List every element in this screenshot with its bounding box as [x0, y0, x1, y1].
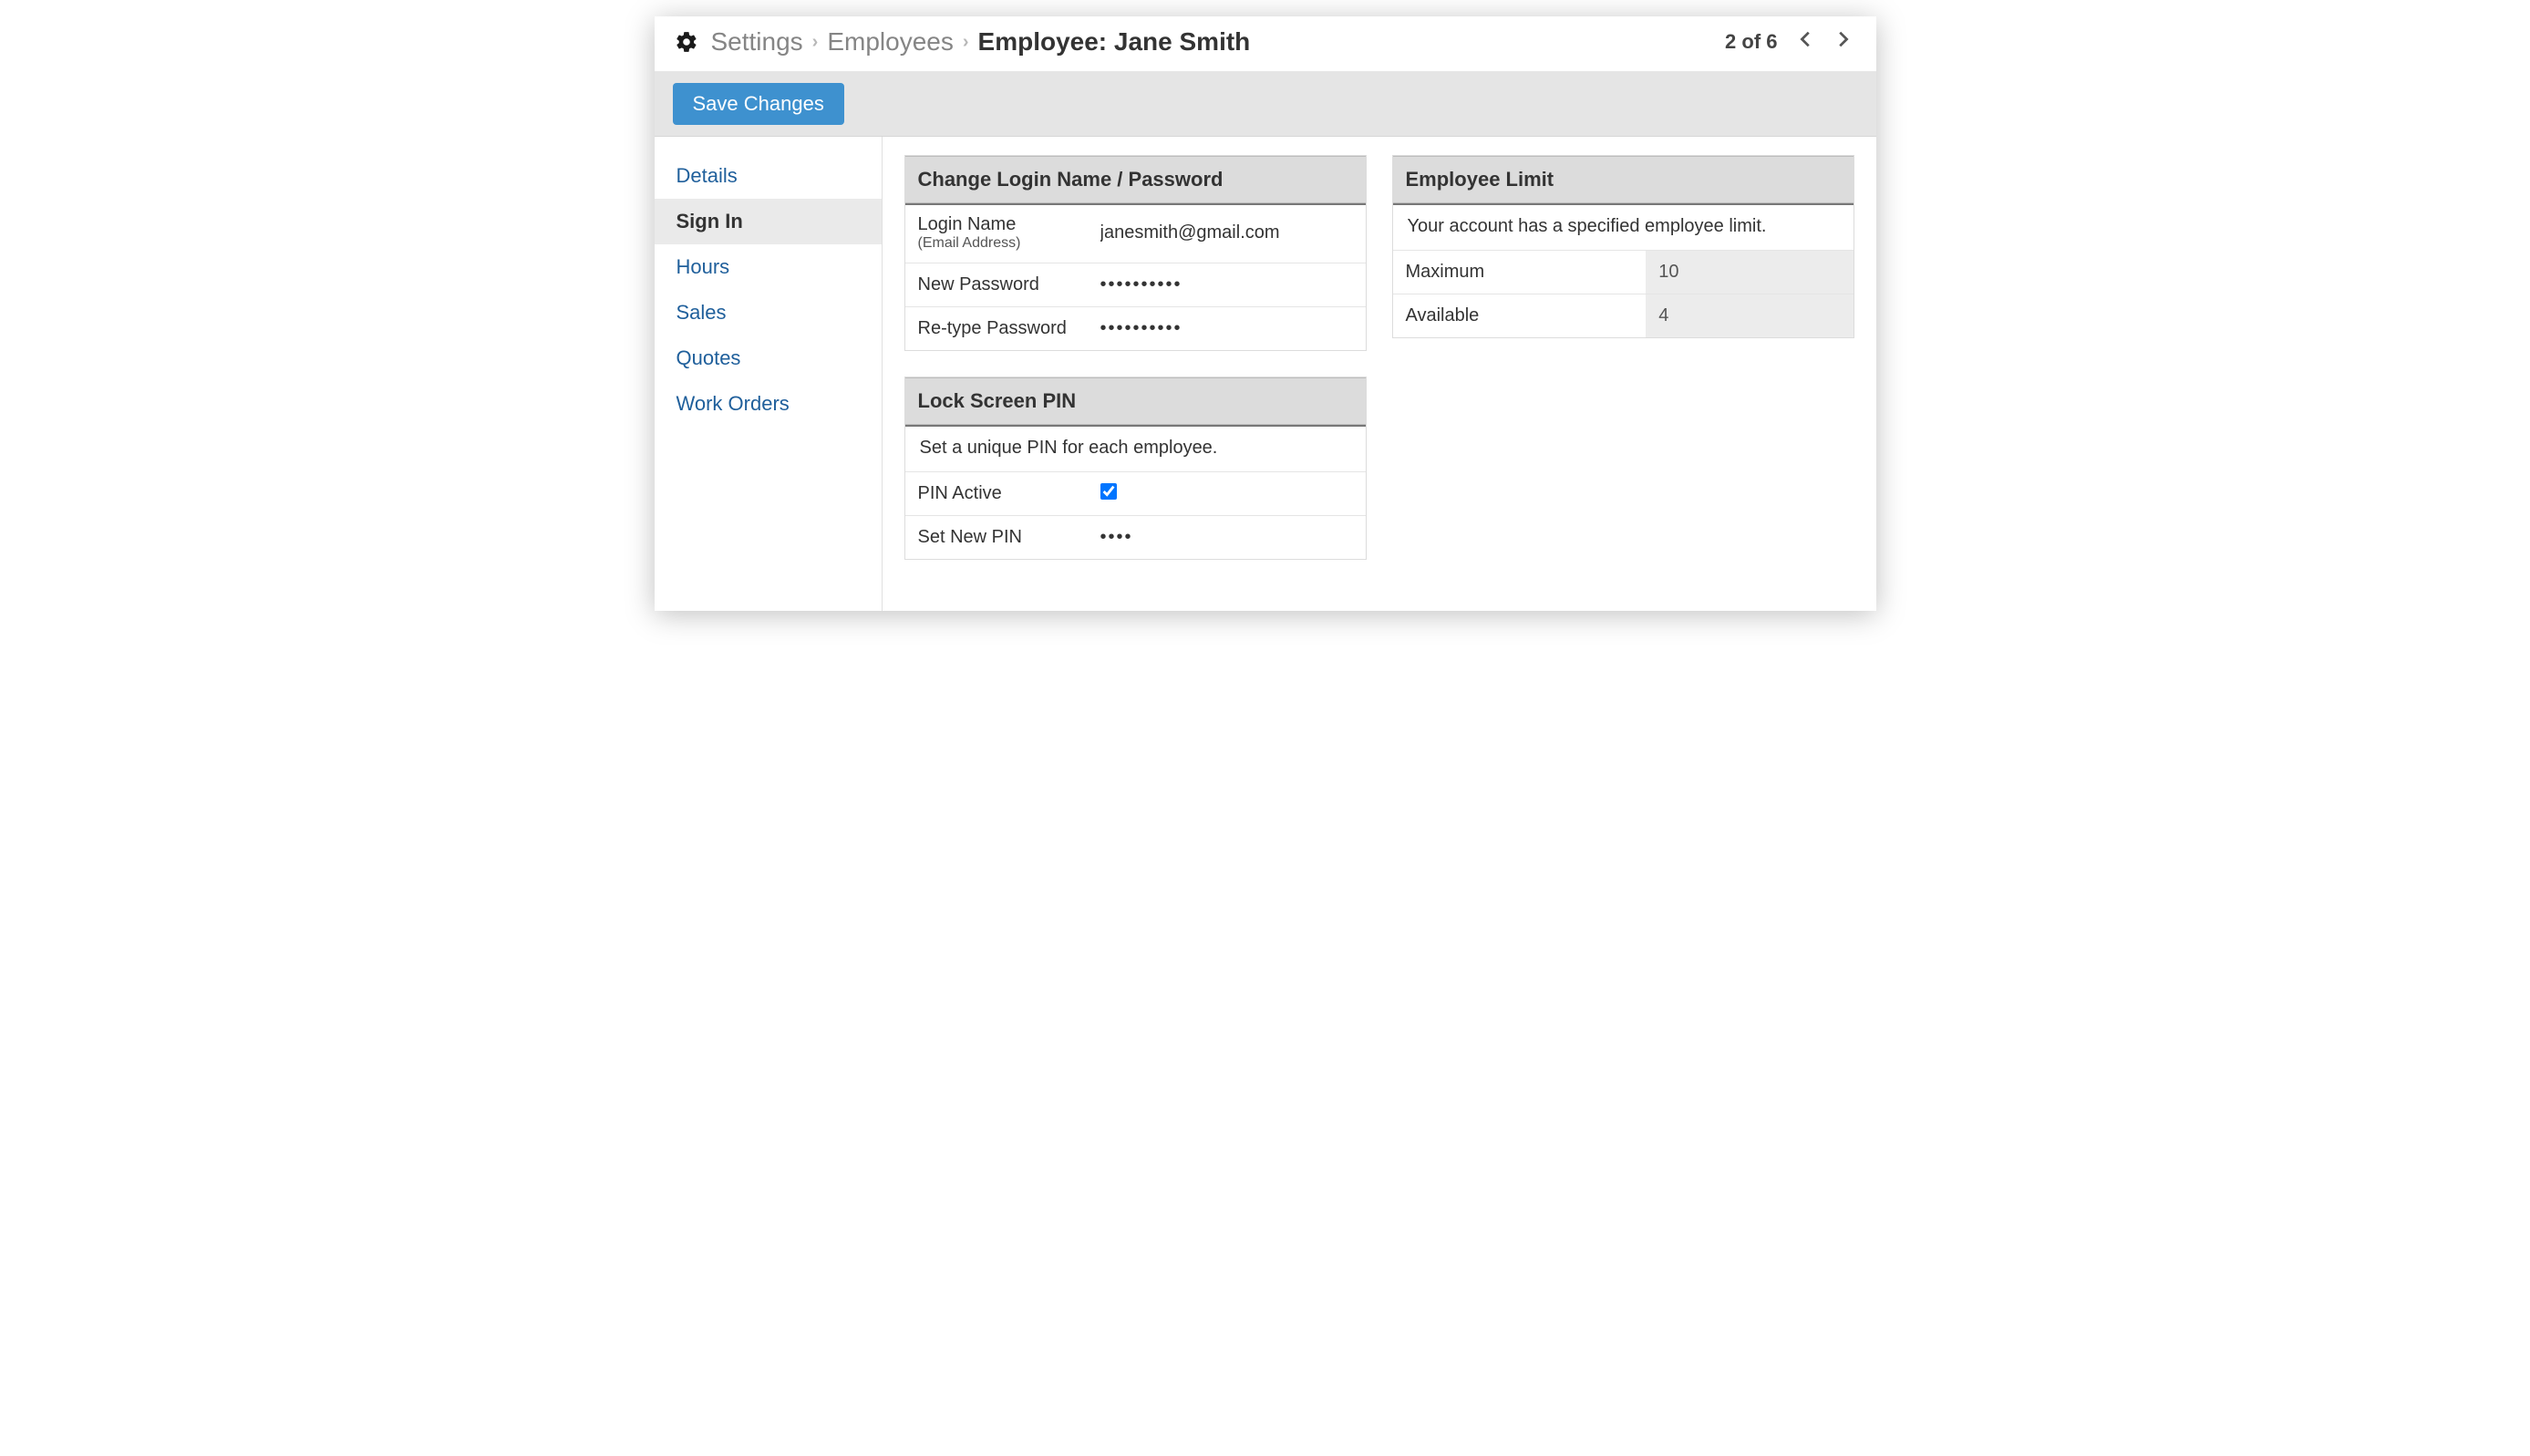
new-password-input[interactable]: ••••••••••: [1100, 274, 1182, 294]
employee-limit-title: Employee Limit: [1393, 156, 1854, 203]
sidebar-item-quotes[interactable]: Quotes: [655, 336, 882, 381]
pin-panel-title: Lock Screen PIN: [905, 377, 1366, 425]
retype-password-input[interactable]: ••••••••••: [1100, 318, 1182, 338]
sidebar-item-hours[interactable]: Hours: [655, 244, 882, 290]
login-name-label: Login Name (Email Address): [905, 203, 1088, 263]
chevron-right-icon: ›: [963, 32, 969, 53]
pin-panel: Lock Screen PIN Set a unique PIN for eac…: [904, 377, 1367, 560]
pin-active-label: PIN Active: [905, 472, 1088, 515]
save-changes-button[interactable]: Save Changes: [673, 83, 844, 125]
chevron-right-icon: ›: [812, 32, 819, 53]
prev-record-button[interactable]: [1792, 26, 1820, 58]
maximum-value: 10: [1646, 251, 1853, 294]
new-password-label: New Password: [905, 263, 1088, 306]
sidebar-item-work-orders[interactable]: Work Orders: [655, 381, 882, 427]
pin-active-checkbox[interactable]: [1100, 483, 1117, 500]
employee-limit-panel: Employee Limit Your account has a specif…: [1392, 155, 1854, 338]
available-value: 4: [1646, 294, 1853, 337]
set-pin-input[interactable]: ••••: [1100, 527, 1133, 547]
sidebar-item-sales[interactable]: Sales: [655, 290, 882, 336]
breadcrumb: Settings › Employees › Employee: Jane Sm…: [711, 27, 1726, 57]
next-record-button[interactable]: [1829, 26, 1856, 58]
login-panel-title: Change Login Name / Password: [905, 156, 1366, 203]
set-pin-label: Set New PIN: [905, 516, 1088, 559]
sidebar-item-sign-in[interactable]: Sign In: [655, 199, 882, 244]
sidebar-item-details[interactable]: Details: [655, 153, 882, 199]
gear-icon[interactable]: [675, 30, 698, 54]
sidebar: Details Sign In Hours Sales Quotes Work …: [655, 137, 883, 611]
chevron-right-icon: [1833, 29, 1853, 49]
available-label: Available: [1393, 294, 1647, 337]
breadcrumb-current: Employee: Jane Smith: [978, 27, 1251, 57]
login-name-input[interactable]: [1100, 222, 1353, 243]
record-position: 2 of 6: [1725, 30, 1777, 54]
chevron-left-icon: [1796, 29, 1816, 49]
pin-panel-info: Set a unique PIN for each employee.: [905, 425, 1366, 472]
maximum-label: Maximum: [1393, 251, 1647, 294]
retype-password-label: Re-type Password: [905, 307, 1088, 350]
breadcrumb-settings[interactable]: Settings: [711, 27, 803, 57]
employee-limit-info: Your account has a specified employee li…: [1393, 203, 1854, 251]
login-panel: Change Login Name / Password Login Name …: [904, 155, 1367, 351]
breadcrumb-employees[interactable]: Employees: [827, 27, 954, 57]
